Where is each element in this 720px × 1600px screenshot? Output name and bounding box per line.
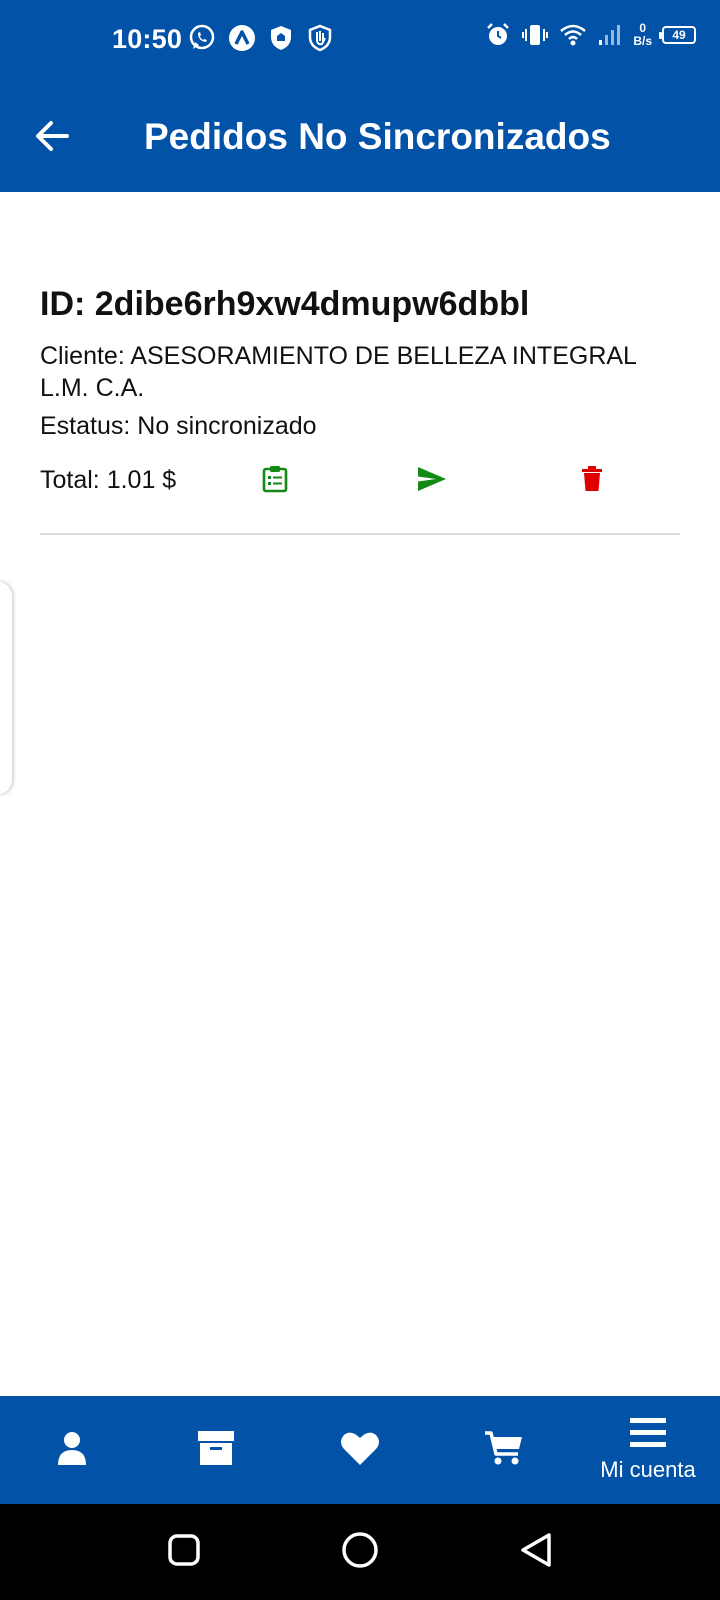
order-total: Total: 1.01 $ [40, 466, 177, 494]
order-status: Estatus: No sincronizado [40, 412, 317, 440]
back-button[interactable] [26, 112, 78, 164]
archive-box-icon [197, 1430, 235, 1471]
nav-label-account: Mi cuenta [600, 1456, 696, 1482]
order-client: Cliente: ASESORAMIENTO DE BELLEZA INTEGR… [40, 342, 637, 402]
edge-panel-handle[interactable] [0, 582, 12, 794]
send-icon [417, 466, 447, 497]
nav-item-catalog[interactable] [144, 1396, 288, 1504]
system-navigation-bar [0, 1504, 720, 1600]
order-total-row: Total: 1.01 $ [40, 460, 680, 500]
vibrate-icon [521, 22, 549, 48]
net-speed: 0 B/s [633, 22, 652, 48]
hand-shield-icon [306, 24, 334, 52]
status-bar: 10:50 0 B/s 49 [0, 0, 720, 82]
page-title: Pedidos No Sincronizados [144, 116, 611, 157]
user-icon [56, 1430, 88, 1471]
net-speed-unit: B/s [633, 34, 652, 48]
nav-item-profile[interactable] [0, 1396, 144, 1504]
recents-square-icon [167, 1533, 201, 1572]
battery-level: 49 [672, 28, 686, 42]
arrow-left-icon [34, 118, 70, 159]
trash-icon [581, 465, 603, 497]
nav-item-account[interactable]: Mi cuenta [576, 1396, 720, 1504]
order-divider [40, 533, 680, 535]
menu-icon [630, 1417, 666, 1453]
send-order-button[interactable] [415, 464, 449, 498]
app-notification-icon [228, 24, 256, 52]
order-detail-button[interactable] [258, 464, 292, 498]
bottom-navigation: Mi cuenta [0, 1396, 720, 1504]
home-button[interactable] [338, 1530, 382, 1574]
wifi-icon [559, 22, 587, 48]
shield-icon [268, 24, 294, 52]
order-card: ID: 2dibe6rh9xw4dmupw6dbbl Cliente: ASES… [40, 284, 680, 500]
heart-icon [340, 1430, 380, 1471]
battery-indicator: 49 [659, 26, 696, 44]
order-id: ID: 2dibe6rh9xw4dmupw6dbbl [40, 285, 530, 323]
nav-item-favorites[interactable] [288, 1396, 432, 1504]
status-left-icons [188, 24, 334, 52]
status-time: 10:50 [112, 24, 183, 54]
recents-button[interactable] [162, 1530, 206, 1574]
nav-item-cart[interactable] [432, 1396, 576, 1504]
delete-order-button[interactable] [575, 464, 609, 498]
status-right-icons: 0 B/s 49 [485, 22, 696, 48]
whatsapp-icon [188, 24, 216, 52]
alarm-icon [485, 22, 511, 48]
signal-icon [597, 23, 623, 47]
home-circle-icon [340, 1530, 380, 1575]
back-triangle-icon [518, 1531, 554, 1574]
cart-icon [484, 1430, 524, 1471]
clipboard-list-icon [262, 465, 288, 498]
app-bar: Pedidos No Sincronizados [0, 82, 720, 192]
system-back-button[interactable] [514, 1530, 558, 1574]
